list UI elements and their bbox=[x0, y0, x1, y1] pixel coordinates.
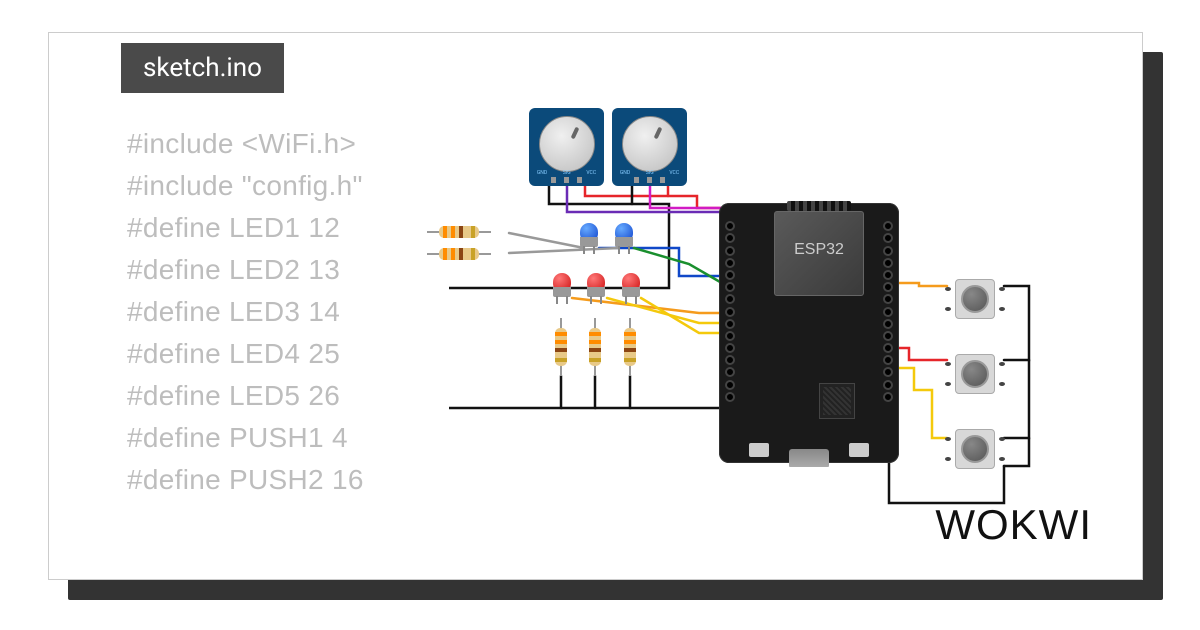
led-blue[interactable] bbox=[614, 223, 634, 251]
code-line: #define LED2 13 bbox=[127, 249, 364, 291]
pot-pin-labels: GND SIG VCC bbox=[529, 170, 604, 176]
code-line: #define LED4 25 bbox=[127, 333, 364, 375]
code-line: #define PUSH1 4 bbox=[127, 417, 364, 459]
code-line: #define LED5 26 bbox=[127, 375, 364, 417]
circuit-diagram[interactable]: GND SIG VCC GND SIG VCC ESP32 bbox=[449, 108, 1169, 538]
file-tab-label: sketch.ino bbox=[143, 53, 262, 83]
esp32-usb-icon bbox=[789, 449, 829, 467]
push-button[interactable] bbox=[949, 273, 1001, 325]
button-cap-icon bbox=[961, 360, 989, 388]
code-line: #include <WiFi.h> bbox=[127, 123, 364, 165]
code-line: #include "config.h" bbox=[127, 165, 364, 207]
esp32-reset-button[interactable] bbox=[749, 443, 769, 457]
led-blue[interactable] bbox=[579, 223, 599, 251]
button-cap-icon bbox=[961, 435, 989, 463]
esp32-pins-left bbox=[723, 219, 737, 447]
code-line: #define PUSH2 16 bbox=[127, 459, 364, 501]
potentiometer-knob-icon[interactable] bbox=[622, 116, 678, 172]
code-line: #define LED1 12 bbox=[127, 207, 364, 249]
led-red[interactable] bbox=[552, 273, 572, 301]
push-button[interactable] bbox=[949, 348, 1001, 400]
esp32-board[interactable]: ESP32 bbox=[719, 203, 899, 463]
push-button[interactable] bbox=[949, 423, 1001, 475]
resistor[interactable] bbox=[555, 320, 567, 374]
wokwi-logo: WOKWI bbox=[935, 501, 1092, 549]
led-red[interactable] bbox=[621, 273, 641, 301]
code-line: #define LED3 14 bbox=[127, 291, 364, 333]
esp32-shield: ESP32 bbox=[774, 211, 864, 296]
esp32-antenna-icon bbox=[787, 201, 851, 211]
code-preview: #include <WiFi.h> #include "config.h" #d… bbox=[127, 123, 364, 501]
button-cap-icon bbox=[961, 285, 989, 313]
resistor[interactable] bbox=[624, 320, 636, 374]
potentiometer-module[interactable]: GND SIG VCC bbox=[529, 108, 604, 186]
resistor[interactable] bbox=[429, 226, 489, 238]
esp32-label: ESP32 bbox=[794, 241, 844, 259]
esp32-boot-button[interactable] bbox=[849, 443, 869, 457]
led-red[interactable] bbox=[586, 273, 606, 301]
resistor[interactable] bbox=[429, 248, 489, 260]
file-tab[interactable]: sketch.ino bbox=[121, 43, 284, 93]
potentiometer-knob-icon[interactable] bbox=[539, 116, 595, 172]
resistor[interactable] bbox=[589, 320, 601, 374]
pot-pin-labels: GND SIG VCC bbox=[612, 170, 687, 176]
project-card: sketch.ino #include <WiFi.h> #include "c… bbox=[48, 32, 1143, 580]
esp32-pins-right bbox=[881, 219, 895, 447]
esp32-chip-icon bbox=[819, 383, 855, 419]
potentiometer-module[interactable]: GND SIG VCC bbox=[612, 108, 687, 186]
